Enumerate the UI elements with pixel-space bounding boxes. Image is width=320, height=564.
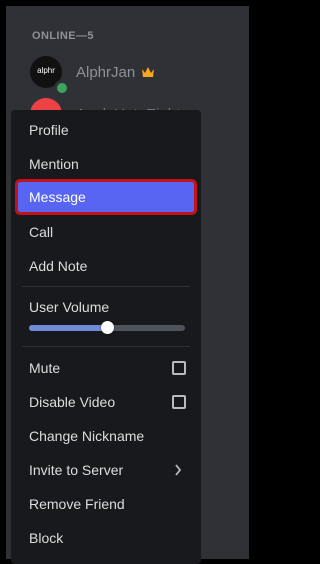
menu-item-call[interactable]: Call	[18, 217, 194, 247]
menu-item-label: Invite to Server	[29, 462, 124, 478]
menu-item-message[interactable]: Message	[15, 179, 197, 215]
mute-checkbox[interactable]	[172, 361, 186, 375]
menu-item-remove-friend[interactable]: Remove Friend	[18, 489, 194, 519]
menu-item-user-volume: User Volume	[18, 292, 194, 322]
menu-item-disable-video[interactable]: Disable Video	[18, 387, 194, 417]
user-volume-slider[interactable]	[29, 321, 185, 334]
menu-separator	[22, 286, 190, 287]
menu-separator	[22, 346, 190, 347]
menu-item-change-nickname[interactable]: Change Nickname	[18, 421, 194, 451]
menu-item-label: Mention	[29, 156, 79, 172]
menu-item-add-note[interactable]: Add Note	[18, 251, 194, 281]
menu-item-profile[interactable]: Profile	[18, 115, 194, 145]
menu-item-label: Remove Friend	[29, 496, 125, 512]
menu-item-block[interactable]: Block	[18, 523, 194, 553]
menu-item-label: Call	[29, 224, 54, 240]
slider-fill	[29, 325, 107, 331]
menu-item-label: Mute	[29, 360, 61, 376]
menu-item-label: Block	[29, 530, 64, 546]
user-context-menu: Profile Mention Message Call Add Note Us…	[11, 110, 201, 564]
member-name: AlphrJan	[76, 64, 136, 81]
slider-handle[interactable]	[101, 321, 114, 334]
chevron-right-icon	[175, 464, 182, 476]
menu-item-label: Add Note	[29, 258, 88, 274]
avatar-logo-text: alphr	[37, 66, 55, 75]
menu-item-label: Message	[29, 189, 86, 205]
avatar: alphr	[30, 56, 70, 96]
menu-item-invite-to-server[interactable]: Invite to Server	[18, 455, 194, 485]
menu-item-mute[interactable]: Mute	[18, 353, 194, 383]
menu-item-label: Change Nickname	[29, 428, 145, 444]
member-item-alphrjan[interactable]: alphr AlphrJan	[26, 52, 226, 96]
menu-item-label: User Volume	[29, 299, 110, 315]
crown-icon	[142, 67, 154, 77]
menu-item-label: Disable Video	[29, 394, 116, 410]
menu-item-mention[interactable]: Mention	[18, 149, 194, 179]
screenshot-frame: ONLINE—5 alphr AlphrJan AppleHateEight P…	[0, 0, 262, 564]
online-section-header: ONLINE—5	[32, 30, 94, 42]
online-status-icon	[54, 80, 70, 96]
menu-item-label: Profile	[29, 122, 69, 138]
disable-video-checkbox[interactable]	[172, 395, 186, 409]
